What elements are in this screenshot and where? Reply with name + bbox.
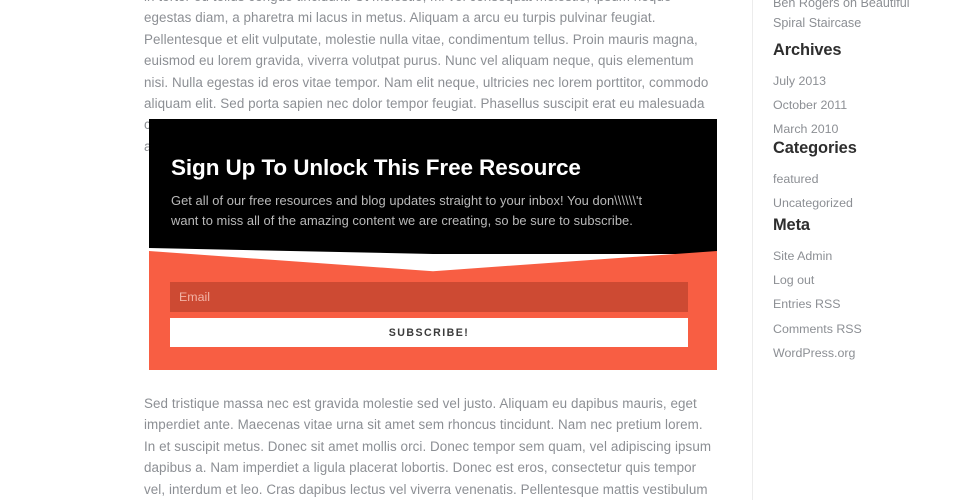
list-item[interactable]: featured: [773, 167, 948, 191]
optin-header-panel: Sign Up To Unlock This Free Resource Get…: [149, 119, 717, 254]
optin-title: Sign Up To Unlock This Free Resource: [171, 155, 581, 180]
list-item[interactable]: Log out: [773, 268, 948, 292]
widget-archives: Archives July 2013 October 2011 March 20…: [773, 41, 948, 142]
widget-title-categories: Categories: [773, 139, 857, 157]
widget-categories: Categories featured Uncategorized: [773, 139, 948, 215]
archives-list: July 2013 October 2011 March 2010: [773, 69, 948, 142]
list-item[interactable]: WordPress.org: [773, 341, 948, 365]
post-content-column: in tortor eu tellus congue tincidunt. Ut…: [0, 0, 752, 500]
categories-list: featured Uncategorized: [773, 167, 948, 215]
widget-meta: Meta Site Admin Log out Entries RSS Comm…: [773, 216, 948, 365]
list-item[interactable]: Entries RSS: [773, 292, 948, 316]
list-item[interactable]: Uncategorized: [773, 191, 948, 215]
list-item[interactable]: October 2011: [773, 93, 948, 117]
post-paragraph-bottom: Sed tristique massa nec est gravida mole…: [144, 396, 712, 497]
optin-subtitle: Get all of our free resources and blog u…: [171, 193, 643, 228]
optin-signup-box: Sign Up To Unlock This Free Resource Get…: [149, 119, 717, 370]
blog-post-page: in tortor eu tellus congue tincidunt. Ut…: [0, 0, 960, 500]
widget-title-archives: Archives: [773, 41, 842, 59]
subscribe-button[interactable]: SUBSCRIBE!: [170, 318, 688, 347]
sidebar: Ben Rogers on Beautiful Spiral Staircase…: [773, 0, 943, 500]
meta-list: Site Admin Log out Entries RSS Comments …: [773, 244, 948, 365]
list-item[interactable]: July 2013: [773, 69, 948, 93]
recent-comment-item[interactable]: Ben Rogers on Beautiful Spiral Staircase: [773, 0, 943, 33]
sidebar-divider: [752, 0, 753, 500]
list-item[interactable]: Comments RSS: [773, 317, 948, 341]
optin-form: SUBSCRIBE!: [170, 282, 688, 347]
list-item[interactable]: March 2010: [773, 117, 948, 141]
optin-header-text: Sign Up To Unlock This Free Resource Get…: [171, 154, 695, 231]
list-item[interactable]: Site Admin: [773, 244, 948, 268]
email-input[interactable]: [170, 282, 688, 312]
widget-title-meta: Meta: [773, 216, 810, 234]
